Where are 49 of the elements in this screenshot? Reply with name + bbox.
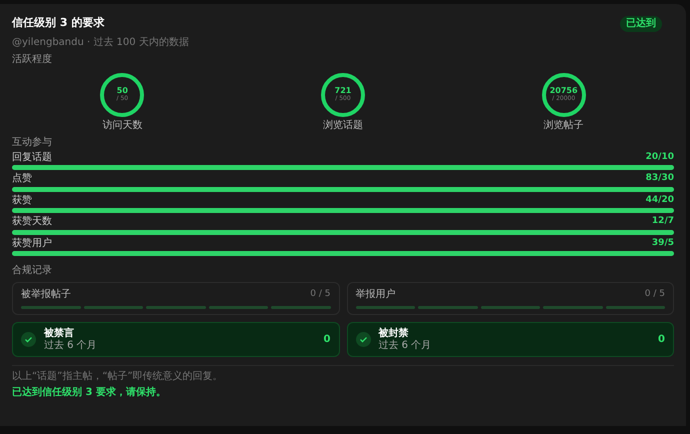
progress-ring — [320, 72, 366, 118]
metric-label: 获赞 — [12, 194, 32, 206]
status-count: 0 — [658, 334, 665, 346]
status-badge: 已达到 — [620, 16, 662, 32]
metric-reading: 20/10 — [646, 152, 674, 163]
counter-reading: 0 / 5 — [310, 288, 330, 300]
progress-segment — [208, 306, 268, 309]
result-message: 已达到信任级别 3 要求，请保持。 — [12, 386, 167, 398]
ring-label: 浏览话题 — [322, 120, 363, 131]
metric-label: 获赞用户 — [12, 238, 52, 249]
counter-label: 举报用户 — [356, 288, 396, 300]
check-icon — [21, 332, 36, 347]
ring-value: 20756 — [550, 86, 578, 96]
metric-reading: 12/7 — [652, 216, 674, 228]
metric-label: 回复话题 — [12, 152, 52, 163]
footnote: 以上“话题”指主帖，“帖子”即传统意义的回复。 — [12, 371, 224, 382]
ring-value: 50 — [116, 86, 128, 96]
ring-value: 721 — [334, 86, 352, 96]
progress-segment — [543, 306, 602, 309]
status-title: 被禁言 — [44, 328, 75, 340]
section-label: 合规记录 — [12, 265, 53, 276]
section-label: 活跃程度 — [12, 54, 53, 66]
ring-label: 访问天数 — [102, 120, 142, 131]
status-title: 被封禁 — [378, 328, 410, 340]
status-period: 过去 6 个月 — [44, 340, 98, 351]
metric-label: 点赞 — [12, 173, 32, 184]
page-title: 信任级别 3 的要求 — [12, 17, 104, 30]
metric-reading: 44/20 — [646, 194, 674, 206]
progress-ring — [99, 72, 146, 118]
metric-label: 获赞天数 — [12, 216, 52, 228]
progress-segment — [356, 306, 415, 309]
status-count: 0 — [324, 334, 330, 346]
check-icon — [356, 332, 370, 347]
progress-ring — [540, 72, 587, 118]
section-label: 互动参与 — [12, 137, 53, 148]
counter-reading: 0 / 5 — [644, 288, 665, 300]
progress-segment — [271, 306, 330, 309]
metric-reading: 39/5 — [652, 238, 674, 249]
progress-segment — [418, 306, 478, 309]
progress-segment — [606, 306, 665, 309]
progress-segment — [480, 306, 540, 309]
status-period: 过去 6 个月 — [378, 340, 432, 351]
progress-segment — [21, 306, 80, 309]
counter-label: 被举报帖子 — [21, 288, 71, 300]
subtitle: @yilengbandu · 过去 100 天内的数据 — [12, 36, 190, 48]
progress-segment — [84, 306, 143, 309]
ring-label: 浏览帖子 — [544, 120, 584, 131]
progress-segment — [146, 306, 206, 309]
metric-reading: 83/30 — [646, 173, 674, 184]
